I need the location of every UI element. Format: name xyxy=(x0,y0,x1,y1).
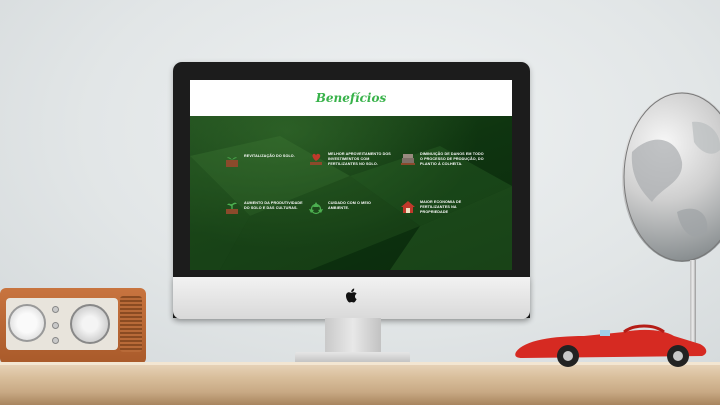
house-icon xyxy=(401,201,415,213)
radio-clock-dial xyxy=(8,304,46,342)
radio-knob xyxy=(52,337,59,344)
plant-growth-icon xyxy=(226,202,238,214)
benefit-item: REVITALIZAÇÃO DO SOLO. xyxy=(224,154,308,168)
soil-box-icon xyxy=(226,157,238,167)
recycle-icon xyxy=(309,202,323,215)
page-title: Benefícios xyxy=(315,91,387,105)
benefit-text: REVITALIZAÇÃO DO SOLO. xyxy=(244,154,295,158)
benefit-text: MAIOR ECONOMIA DE FERTILIZANTES NA PROPR… xyxy=(420,200,462,215)
benefit-text: DIMINUIÇÃO DE DANOS EM TODO O PROCESSO D… xyxy=(420,152,484,167)
toy-race-car xyxy=(515,324,707,367)
benefit-text: AUMENTO DA PRODUTIVIDADE DO SOLO E DAS C… xyxy=(244,201,303,211)
heart-hand-icon xyxy=(310,153,322,165)
benefit-item: MAIOR ECONOMIA DE FERTILIZANTES NA PROPR… xyxy=(400,200,484,216)
radio-grille xyxy=(120,296,142,352)
radio-tuning-dial xyxy=(70,304,110,344)
globe xyxy=(622,92,720,262)
benefit-item: MELHOR APROVEITAMENTO DOS INVESTIMENTOS … xyxy=(308,152,392,168)
benefit-item: CUIDADO COM O MEIO AMBIENTE. xyxy=(308,201,392,215)
globe-continents xyxy=(623,92,720,262)
farmland-texture xyxy=(190,136,512,270)
apple-logo-icon xyxy=(346,288,357,303)
imac-screen: Benefícios REVITALIZAÇÃO DO SOLO. MELHOR… xyxy=(190,80,512,270)
benefits-section: REVITALIZAÇÃO DO SOLO. MELHOR APROVEITAM… xyxy=(190,116,512,270)
imac-stand-neck xyxy=(325,318,381,354)
benefit-text: MELHOR APROVEITAMENTO DOS INVESTIMENTOS … xyxy=(328,152,391,167)
radio-knob xyxy=(52,322,59,329)
benefit-item: DIMINUIÇÃO DE DANOS EM TODO O PROCESSO D… xyxy=(400,152,484,168)
benefit-item: AUMENTO DA PRODUTIVIDADE DO SOLO E DAS C… xyxy=(224,201,308,215)
radio-knob xyxy=(52,306,59,313)
machine-icon xyxy=(401,154,415,165)
benefit-text: CUIDADO COM O MEIO AMBIENTE. xyxy=(328,201,371,211)
wooden-shelf xyxy=(0,362,720,405)
title-band: Benefícios xyxy=(190,80,512,116)
